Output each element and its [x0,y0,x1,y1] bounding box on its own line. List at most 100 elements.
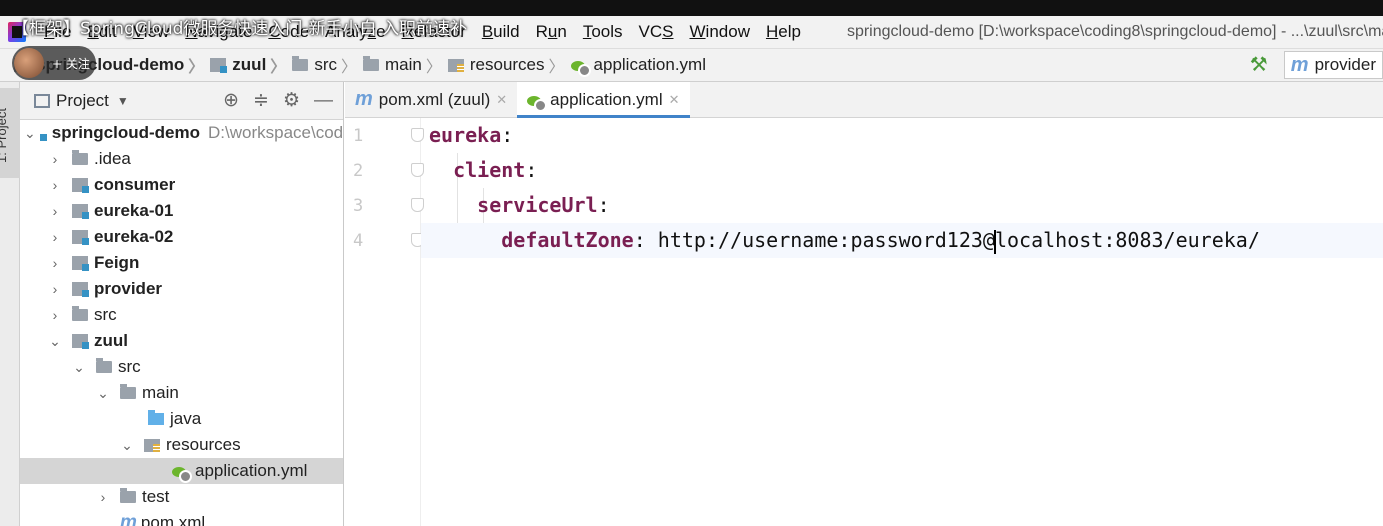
project-tool-window-tab[interactable]: 1: Project [0,88,20,178]
uploader-follow-badge[interactable]: + 关注 [12,46,96,80]
tab-application-yml[interactable]: application.yml ✕ [517,82,690,118]
locate-crosshair-icon[interactable]: ⊕ [223,89,239,112]
spring-yaml-icon [527,93,548,112]
editor-gutter: 1 2 3 4 [345,118,424,526]
line-number: 4 [353,231,364,251]
tree-item-idea[interactable]: › .idea [20,146,343,172]
chevron-right-icon[interactable]: › [48,255,62,271]
follow-button[interactable]: + 关注 [52,55,90,72]
module-icon [72,204,89,219]
spring-yaml-icon [570,58,591,77]
folder-icon [72,150,88,165]
project-tool-window: Project ▼ ⊕ ≑ ⚙ — ⌄ springcloud-demo D:\… [20,82,344,526]
tree-item-zuul-pom[interactable]: › m pom.xml [20,510,343,526]
chevron-right-icon: 〉 [548,59,565,76]
chevron-down-icon[interactable]: ⌄ [48,333,62,350]
editor-body[interactable]: 1 2 3 4 eureka: client: serviceUrl: defa… [345,118,1383,526]
tree-item-provider[interactable]: › provider [20,276,343,302]
folder-icon [120,384,136,399]
menu-build[interactable]: Build [482,22,520,42]
chevron-right-icon[interactable]: › [48,203,62,219]
menu-run[interactable]: Run [536,22,567,42]
video-title-overlay: 【框架】SpringCloud微服务快速入门-新手小白 入职前速补 [12,19,467,39]
avatar [14,48,44,78]
breadcrumb-module[interactable]: zuul 〉 [210,53,292,77]
tree-item-feign[interactable]: › Feign [20,250,343,276]
build-hammer-icon[interactable]: ⚒ [1250,55,1270,75]
line-number: 3 [353,196,364,216]
folder-icon [72,306,88,321]
chevron-right-icon: 〉 [340,59,357,76]
tree-item-zuul[interactable]: ⌄ zuul [20,328,343,354]
chevron-right-icon: 〉 [425,59,442,76]
tree-item-root[interactable]: ⌄ springcloud-demo D:\workspace\coding8\… [20,120,343,146]
editor-tabs: m pom.xml (zuul) ✕ application.yml ✕ [345,82,1383,118]
resources-folder-icon [144,438,160,452]
left-tool-stripe: 1: Project [0,82,20,526]
chevron-right-icon[interactable]: › [48,177,62,193]
collapse-all-icon[interactable]: ≑ [253,89,269,112]
chevron-down-icon[interactable]: ⌄ [24,125,36,142]
folder-icon [96,358,112,373]
breadcrumb-src[interactable]: src 〉 [292,53,363,77]
gear-icon[interactable]: ⚙ [283,89,300,112]
breadcrumb-file[interactable]: application.yml [570,55,706,77]
window-title: springcloud-demo [D:\workspace\coding8\s… [846,23,1383,40]
minimize-icon[interactable]: — [314,90,333,112]
chevron-down-icon[interactable]: ⌄ [120,437,134,454]
folder-icon [363,56,379,71]
tree-item-application-yml[interactable]: › application.yml [20,458,343,484]
chevron-right-icon[interactable]: › [48,229,62,245]
chevron-down-icon[interactable]: ⌄ [96,385,110,402]
tree-item-zuul-test[interactable]: › test [20,484,343,510]
code-line-3: serviceUrl: [477,193,610,217]
module-icon [72,230,89,245]
menu-help[interactable]: Help [766,22,801,42]
module-icon [72,178,89,193]
breadcrumb-main[interactable]: main 〉 [363,53,448,77]
code-line-4: defaultZone: http://username:password123… [421,223,1383,258]
line-number: 2 [353,161,364,181]
chevron-down-icon[interactable]: ▼ [117,94,129,108]
resources-folder-icon [447,58,464,72]
close-icon[interactable]: ✕ [669,92,680,108]
maven-icon: m [120,512,137,526]
tree-item-zuul-main[interactable]: ⌄ main [20,380,343,406]
chevron-right-icon[interactable]: › [48,281,62,297]
project-view-selector[interactable]: Project [56,91,109,111]
chevron-right-icon[interactable]: › [96,489,110,505]
tab-pom-xml[interactable]: m pom.xml (zuul) ✕ [345,82,517,117]
project-view-icon [34,93,50,108]
menu-vcs[interactable]: VCS [639,22,674,42]
tree-item-zuul-src[interactable]: ⌄ src [20,354,343,380]
run-configuration-selector[interactable]: m provider [1283,51,1383,79]
tree-item-eureka-01[interactable]: › eureka-01 [20,198,343,224]
menu-window[interactable]: Window [690,22,750,42]
menu-tools[interactable]: Tools [583,22,623,42]
spring-yaml-icon [172,464,192,483]
line-number: 1 [353,126,364,146]
folder-icon [292,56,309,71]
chevron-right-icon: 〉 [188,59,205,76]
folder-icon [120,488,136,503]
tree-item-zuul-resources[interactable]: ⌄ resources [20,432,343,458]
maven-icon: m [355,88,373,110]
tree-item-eureka-02[interactable]: › eureka-02 [20,224,343,250]
module-icon [72,256,89,271]
module-icon [72,282,89,297]
chevron-right-icon[interactable]: › [48,151,62,167]
chevron-down-icon[interactable]: ⌄ [72,359,86,376]
tree-item-consumer[interactable]: › consumer [20,172,343,198]
panel-tools: ⊕ ≑ ⚙ — [223,89,343,112]
code-text[interactable]: eureka: client: serviceUrl: defaultZone:… [421,118,1383,526]
chevron-right-icon[interactable]: › [48,307,62,323]
tree-item-zuul-java[interactable]: › java [20,406,343,432]
close-icon[interactable]: ✕ [496,92,507,108]
java-source-folder-icon [148,410,164,425]
project-panel-header: Project ▼ ⊕ ≑ ⚙ — [20,82,343,120]
nav-toolbar-right: ⚒ m provider [1250,49,1383,81]
module-icon [72,334,89,349]
editor-area: m pom.xml (zuul) ✕ application.yml ✕ 1 2… [345,82,1383,526]
breadcrumb-resources[interactable]: resources 〉 [447,53,571,77]
tree-item-src[interactable]: › src [20,302,343,328]
